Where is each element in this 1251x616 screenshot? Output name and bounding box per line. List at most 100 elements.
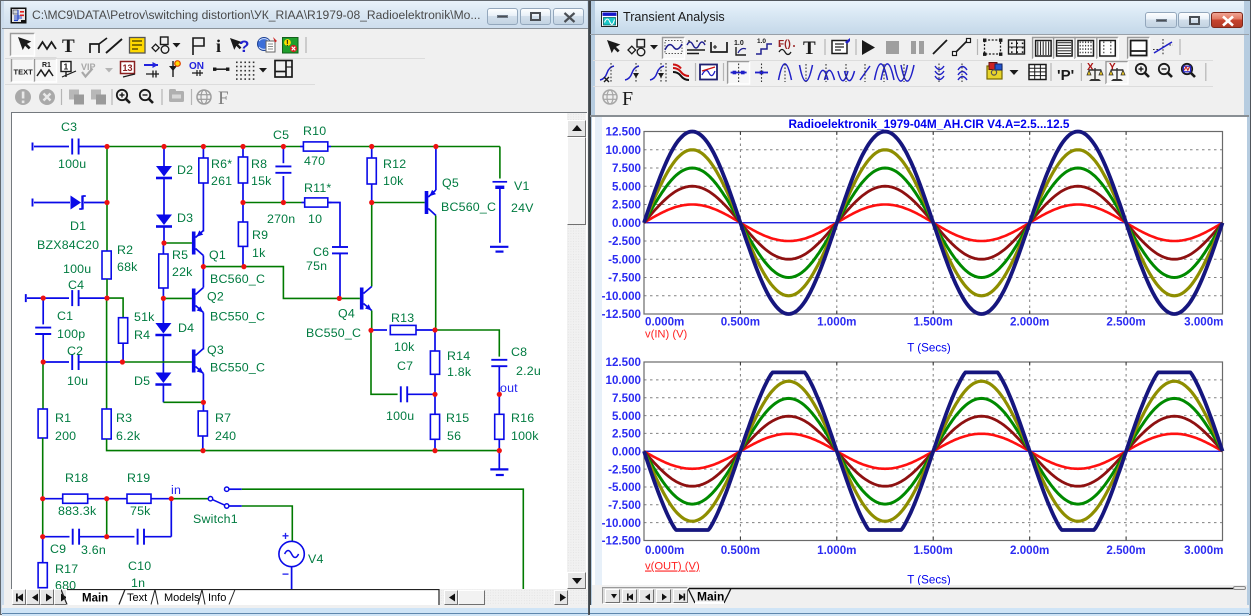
svg-text:BC550_C: BC550_C xyxy=(210,361,265,375)
svg-text:R15: R15 xyxy=(446,411,469,425)
svg-text:-2.500: -2.500 xyxy=(608,235,641,248)
svg-text:in: in xyxy=(171,483,181,497)
svg-text:100u: 100u xyxy=(63,262,91,276)
svg-text:100u: 100u xyxy=(386,409,414,423)
svg-text:75k: 75k xyxy=(130,504,151,518)
svg-text:D5: D5 xyxy=(134,374,150,388)
svg-text:5.000: 5.000 xyxy=(612,410,641,423)
svg-text:10u: 10u xyxy=(67,374,88,388)
svg-text:T: T xyxy=(803,38,816,59)
svg-text:2.500: 2.500 xyxy=(612,199,641,212)
svg-text:10: 10 xyxy=(308,212,322,226)
svg-text:56: 56 xyxy=(447,429,461,443)
svg-text:-5.000: -5.000 xyxy=(608,253,641,266)
svg-text:R1: R1 xyxy=(55,411,71,425)
svg-text:R16: R16 xyxy=(511,411,534,425)
svg-text:0.000: 0.000 xyxy=(612,445,641,458)
svg-text:V4: V4 xyxy=(308,552,324,566)
svg-text:R1: R1 xyxy=(42,62,51,69)
svg-text:Models: Models xyxy=(164,592,200,604)
svg-text:-2.500: -2.500 xyxy=(608,463,641,476)
svg-text:F: F xyxy=(622,88,633,110)
svg-text:Switch1: Switch1 xyxy=(193,512,238,526)
svg-text:0.500m: 0.500m xyxy=(721,316,760,329)
svg-text:2.500m: 2.500m xyxy=(1106,316,1145,329)
svg-text:1.000m: 1.000m xyxy=(817,544,856,557)
svg-text:75n: 75n xyxy=(306,259,327,273)
svg-text:0.000: 0.000 xyxy=(612,217,641,230)
svg-text:261: 261 xyxy=(211,174,232,188)
svg-text:12.500: 12.500 xyxy=(606,356,641,369)
svg-text:12.500: 12.500 xyxy=(606,126,641,139)
svg-text:13: 13 xyxy=(123,63,133,73)
svg-text:Text: Text xyxy=(127,592,147,604)
svg-text:C3: C3 xyxy=(61,120,77,134)
svg-text:F: F xyxy=(218,88,229,109)
svg-text:C6: C6 xyxy=(313,245,329,259)
svg-text:0.000m: 0.000m xyxy=(645,316,684,329)
svg-text:i: i xyxy=(216,36,221,56)
svg-text:Info: Info xyxy=(208,592,226,604)
svg-text:2.000m: 2.000m xyxy=(1010,544,1049,557)
svg-text:R10: R10 xyxy=(303,124,326,138)
svg-text:R3: R3 xyxy=(116,411,132,425)
svg-text:R7: R7 xyxy=(215,411,231,425)
svg-text:-5.000: -5.000 xyxy=(608,481,641,494)
svg-text:'P': 'P' xyxy=(1057,67,1074,84)
svg-text:-12.500: -12.500 xyxy=(602,308,641,321)
svg-text:1.0: 1.0 xyxy=(757,38,766,45)
svg-text:Q3: Q3 xyxy=(207,343,224,357)
svg-text:Q2: Q2 xyxy=(207,290,224,304)
svg-text:0.500m: 0.500m xyxy=(721,544,760,557)
svg-text:V1: V1 xyxy=(514,179,530,193)
svg-text:1.8k: 1.8k xyxy=(447,365,472,379)
svg-text:51k: 51k xyxy=(134,310,155,324)
svg-text:C8: C8 xyxy=(511,345,527,359)
svg-text:D2: D2 xyxy=(177,163,193,177)
svg-text:100u: 100u xyxy=(58,157,86,171)
svg-text:C2: C2 xyxy=(67,344,83,358)
svg-text:470: 470 xyxy=(304,154,325,168)
svg-text:7.500: 7.500 xyxy=(612,162,641,175)
svg-text:R18: R18 xyxy=(65,471,88,485)
svg-text:BC560_C: BC560_C xyxy=(210,272,265,286)
svg-text:1.500m: 1.500m xyxy=(914,316,953,329)
svg-text:-10.000: -10.000 xyxy=(602,290,641,303)
svg-text:R5: R5 xyxy=(172,248,188,262)
svg-text:3.000m: 3.000m xyxy=(1184,316,1223,329)
svg-text:C7: C7 xyxy=(397,359,413,373)
svg-text:5.000: 5.000 xyxy=(612,180,641,193)
svg-text:R12: R12 xyxy=(383,157,406,171)
svg-text:R11*: R11* xyxy=(304,181,331,195)
svg-text:T (Secs): T (Secs) xyxy=(907,574,951,586)
svg-text:100p: 100p xyxy=(57,327,85,341)
svg-text:Main: Main xyxy=(697,590,724,604)
svg-text:R8: R8 xyxy=(251,157,267,171)
svg-text:v(IN) (V): v(IN) (V) xyxy=(645,329,688,341)
svg-text:1.500m: 1.500m xyxy=(914,544,953,557)
svg-text:680: 680 xyxy=(55,579,76,590)
svg-text:C1: C1 xyxy=(57,309,73,323)
svg-text:Q5: Q5 xyxy=(442,176,459,190)
svg-text:-12.500: -12.500 xyxy=(602,535,641,548)
svg-text:!: ! xyxy=(286,39,289,48)
svg-text:2.2u: 2.2u xyxy=(516,364,541,378)
svg-text:24V: 24V xyxy=(511,201,534,215)
svg-text:?: ? xyxy=(239,37,249,56)
svg-text:R14: R14 xyxy=(447,349,470,363)
svg-text:R2: R2 xyxy=(117,243,133,257)
svg-text:-10.000: -10.000 xyxy=(602,517,641,530)
svg-text:-7.500: -7.500 xyxy=(608,272,641,285)
svg-text:Main: Main xyxy=(82,593,108,605)
svg-text:240: 240 xyxy=(215,429,236,443)
svg-text:−: − xyxy=(282,567,289,581)
svg-text:BZX84C20: BZX84C20 xyxy=(37,238,99,252)
svg-text:Q4: Q4 xyxy=(338,307,355,321)
svg-text:10k: 10k xyxy=(394,340,415,354)
svg-text:T (Secs): T (Secs) xyxy=(907,342,951,355)
svg-text:-7.500: -7.500 xyxy=(608,499,641,512)
svg-text:22k: 22k xyxy=(172,265,193,279)
svg-text:+: + xyxy=(282,529,289,543)
svg-text:BC550_C: BC550_C xyxy=(306,326,361,340)
svg-text:7.500: 7.500 xyxy=(612,392,641,405)
